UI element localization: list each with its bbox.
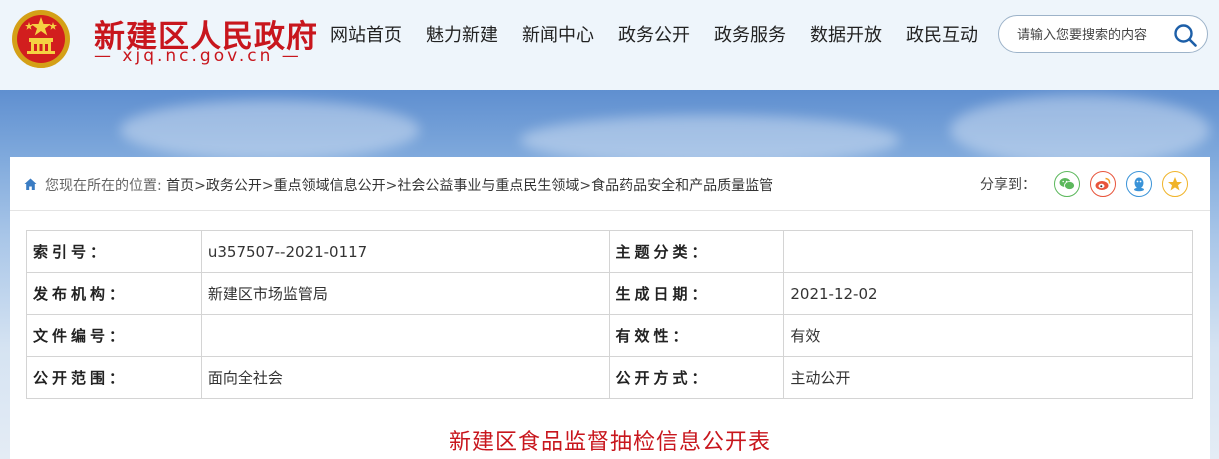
national-emblem-icon[interactable] (10, 8, 72, 72)
breadcrumb-government-affairs[interactable]: 政务公开 (206, 178, 262, 194)
created-date-value: 2021-12-02 (783, 272, 1193, 315)
breadcrumb-separator: > (385, 178, 398, 194)
validity-label: 有效性： (608, 314, 785, 357)
disclosure-method-label: 公开方式： (608, 356, 785, 399)
content-card: 您现在所在的位置: 首页>政务公开>重点领域信息公开>社会公益事业与重点民生领域… (10, 157, 1210, 459)
nav-item-news-center[interactable]: 新闻中心 (510, 0, 606, 72)
search-input[interactable] (1017, 25, 1167, 45)
topic-category-value (783, 230, 1193, 273)
share-bar: 分享到： (980, 171, 1188, 197)
breadcrumb-prefix: 您现在所在的位置: (45, 178, 162, 194)
site-header: 新建区人民政府 — xjq.nc.gov.cn — 网站首页 魅力新建 新闻中心… (0, 0, 1219, 90)
publisher-value: 新建区市场监管局 (200, 272, 610, 315)
table-row: 文件编号： 有效性： 有效 (26, 314, 1193, 357)
file-number-label: 文件编号： (26, 314, 202, 357)
qq-icon (1134, 177, 1144, 192)
share-qzone-button[interactable] (1162, 171, 1188, 197)
breadcrumb-separator: > (194, 178, 206, 194)
document-title: 新建区食品监督抽检信息公开表 (448, 430, 771, 455)
main-nav: 网站首页 魅力新建 新闻中心 政务公开 政务服务 数据开放 政民互动 (318, 0, 990, 72)
breadcrumb-home[interactable]: 首页 (166, 178, 194, 194)
publisher-label: 发布机构： (26, 272, 202, 315)
topic-category-label: 主题分类： (608, 230, 785, 273)
breadcrumb-food-drug-safety[interactable]: 食品药品安全和产品质量监管 (591, 178, 773, 194)
breadcrumb-bar: 您现在所在的位置: 首页>政务公开>重点领域信息公开>社会公益事业与重点民生领域… (10, 157, 1210, 211)
search-icon[interactable] (1173, 23, 1197, 47)
share-qq-button[interactable] (1126, 171, 1152, 197)
breadcrumb-key-areas[interactable]: 重点领域信息公开 (274, 178, 386, 194)
disclosure-method-value: 主动公开 (783, 356, 1193, 399)
breadcrumb: 您现在所在的位置: 首页>政务公开>重点领域信息公开>社会公益事业与重点民生领域… (45, 175, 773, 195)
index-number-label: 索引号： (26, 230, 202, 273)
table-row: 公开范围： 面向全社会 公开方式： 主动公开 (26, 356, 1193, 399)
file-number-value (200, 314, 610, 357)
disclosure-scope-label: 公开范围： (26, 356, 202, 399)
weibo-icon (1095, 177, 1111, 190)
document-metadata-table: 索引号： u357507--2021-0117 主题分类： 发布机构： 新建区市… (26, 230, 1193, 399)
share-wechat-button[interactable] (1054, 171, 1080, 197)
nav-item-government-affairs[interactable]: 政务公开 (606, 0, 702, 72)
wechat-icon (1059, 178, 1075, 190)
validity-value: 有效 (783, 314, 1193, 357)
nav-item-home[interactable]: 网站首页 (318, 0, 414, 72)
created-date-label: 生成日期： (608, 272, 785, 315)
search-box (998, 15, 1208, 53)
breadcrumb-public-welfare[interactable]: 社会公益事业与重点民生领域 (397, 178, 579, 194)
nav-item-interaction[interactable]: 政民互动 (894, 0, 990, 72)
nav-item-open-data[interactable]: 数据开放 (798, 0, 894, 72)
breadcrumb-separator: > (261, 178, 274, 194)
index-number-value: u357507--2021-0117 (200, 230, 610, 273)
site-url: — xjq.nc.gov.cn — (94, 46, 302, 66)
table-row: 索引号： u357507--2021-0117 主题分类： (26, 230, 1193, 273)
nav-item-charm-xinjian[interactable]: 魅力新建 (414, 0, 510, 72)
table-row: 发布机构： 新建区市场监管局 生成日期： 2021-12-02 (26, 272, 1193, 315)
share-weibo-button[interactable] (1090, 171, 1116, 197)
qzone-icon (1168, 177, 1182, 191)
home-icon (24, 178, 37, 190)
disclosure-scope-value: 面向全社会 (200, 356, 610, 399)
breadcrumb-separator: > (579, 178, 592, 194)
share-label: 分享到： (980, 177, 1036, 193)
nav-item-government-services[interactable]: 政务服务 (702, 0, 798, 72)
